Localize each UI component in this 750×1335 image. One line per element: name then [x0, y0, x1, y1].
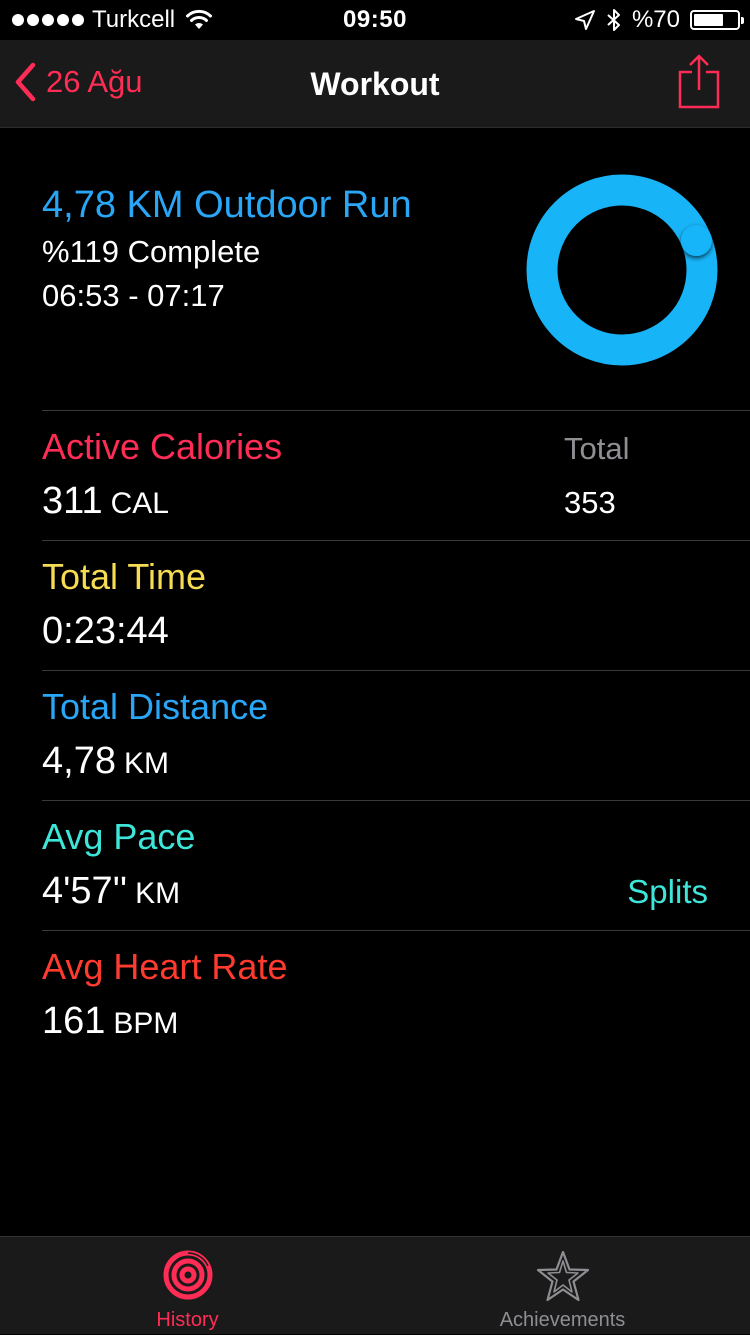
avg-pace-number: 4'57'' [42, 870, 128, 912]
battery-icon [690, 10, 744, 30]
ring-track [526, 174, 718, 366]
total-time-value: 0:23:44 [42, 607, 169, 655]
tab-history-label: History [156, 1309, 219, 1331]
avg-heart-rate-number: 161 [42, 1000, 106, 1042]
battery-percentage: %70 [631, 6, 680, 33]
metric-row-total-time: Total Time 0:23:44 [42, 540, 750, 670]
workout-summary: 4,78 KM Outdoor Run %119 Complete 06:53 … [42, 180, 412, 318]
tab-achievements[interactable]: Achievements [375, 1237, 750, 1335]
status-bar: Turkcell 09:50 %70 [0, 0, 750, 40]
total-time-label: Total Time [42, 556, 207, 597]
avg-pace-unit: KM [135, 877, 181, 910]
active-calories-label: Active Calories [42, 426, 283, 467]
metric-row-total-distance: Total Distance 4,78 KM [42, 670, 750, 800]
activity-rings-icon [163, 1250, 212, 1300]
total-distance-unit: KM [123, 747, 169, 780]
location-arrow-icon [574, 10, 595, 30]
splits-button[interactable]: Splits [627, 873, 708, 911]
metric-row-avg-pace: Avg Pace 4'57'' KM Splits [42, 800, 750, 930]
active-calories-number: 311 [42, 480, 103, 522]
metric-row-active-calories: Active Calories 311 CAL Total 353 [42, 410, 750, 540]
bluetooth-icon [607, 9, 620, 31]
active-calories-unit: CAL [110, 487, 169, 520]
workout-title: 4,78 KM Outdoor Run [42, 184, 412, 226]
total-calories-label: Total [564, 431, 630, 466]
total-distance-value: 4,78 KM [42, 737, 169, 788]
workout-completion: %119 Complete [42, 234, 261, 269]
tab-bar: History Achievements [0, 1236, 750, 1334]
avg-heart-rate-value: 161 BPM [42, 997, 178, 1048]
total-calories-value: 353 [564, 485, 616, 520]
metric-row-avg-heart-rate: Avg Heart Rate 161 BPM [42, 930, 750, 1060]
active-calories-value: 311 CAL [42, 477, 169, 528]
total-time-number: 0:23:44 [42, 610, 169, 652]
workout-time-range: 06:53 - 07:17 [42, 278, 225, 313]
star-badge-icon [536, 1250, 589, 1302]
avg-pace-value: 4'57'' KM [42, 867, 180, 918]
avg-heart-rate-label: Avg Heart Rate [42, 946, 288, 987]
avg-heart-rate-unit: BPM [113, 1007, 179, 1040]
total-distance-number: 4,78 [42, 740, 116, 782]
avg-pace-label: Avg Pace [42, 816, 196, 857]
workout-progress-ring [526, 174, 718, 366]
ring-progress-cap [680, 225, 712, 257]
status-right: %70 [574, 6, 744, 34]
page-title: Workout [310, 66, 440, 102]
tab-history[interactable]: History [0, 1237, 375, 1335]
share-button[interactable] [678, 54, 720, 115]
share-icon [678, 54, 720, 109]
tab-achievements-label: Achievements [499, 1309, 626, 1331]
navigation-bar: 26 Ağu Workout [0, 40, 750, 128]
total-distance-label: Total Distance [42, 686, 269, 727]
